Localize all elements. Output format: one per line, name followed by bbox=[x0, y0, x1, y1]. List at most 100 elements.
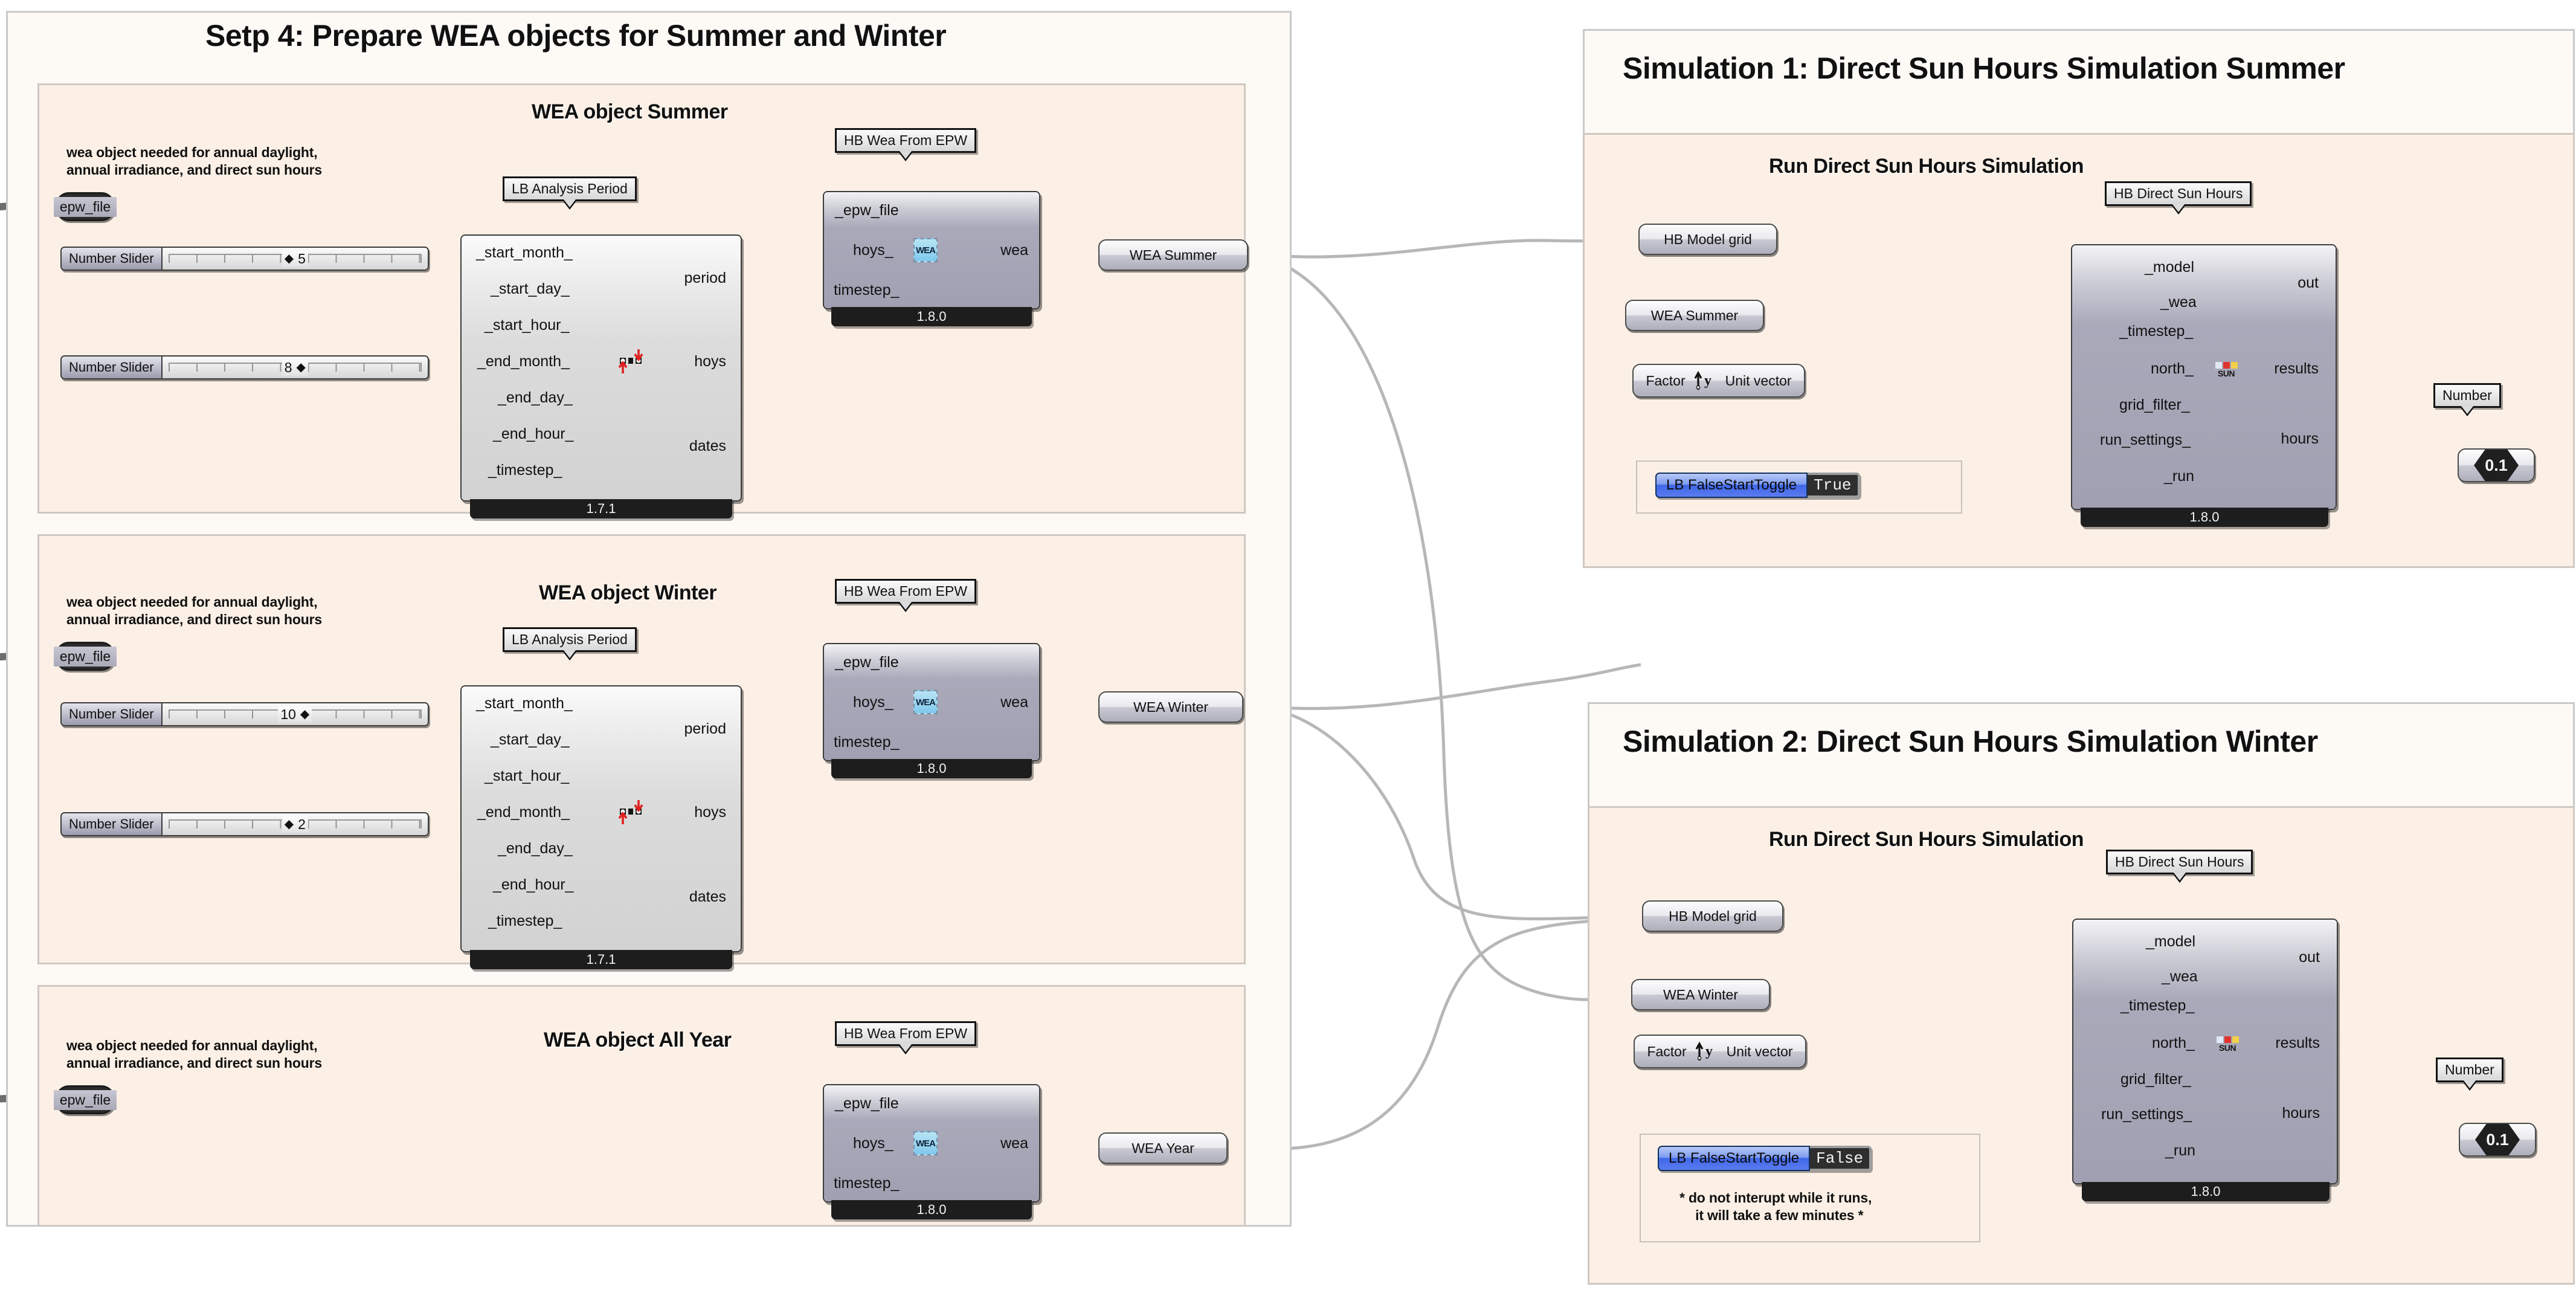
pin-end-day[interactable]: _end_day_ bbox=[498, 389, 573, 407]
slider-handle-diamond[interactable]: ◆ bbox=[297, 361, 306, 373]
pin-timestep[interactable]: _timestep_ bbox=[2119, 323, 2193, 340]
pin-north[interactable]: north_ bbox=[2151, 360, 2194, 378]
pin-hoys-in[interactable]: hoys_ bbox=[853, 694, 894, 711]
component-hb-direct-sun-hours-summer[interactable]: _model _wea _timestep_ north_ grid_filte… bbox=[2071, 244, 2337, 510]
group-wea-winter-title: WEA object Winter bbox=[539, 581, 717, 604]
param-unit-vector-summer[interactable]: Factor y Unit vector bbox=[1632, 364, 1805, 398]
group-simulation-1-title: Simulation 1: Direct Sun Hours Simulatio… bbox=[1623, 51, 2345, 85]
pin-timestep[interactable]: _timestep_ bbox=[2120, 997, 2194, 1015]
component-hb-wea-from-epw-summer[interactable]: _epw_file hoys_ timestep_ wea WEA bbox=[823, 191, 1040, 309]
slider-handle-diamond[interactable]: ◆ bbox=[285, 818, 294, 830]
param-number-winter[interactable]: 0.1 bbox=[2459, 1123, 2536, 1157]
pin-wea-out[interactable]: wea bbox=[1000, 1135, 1028, 1152]
param-unit-vector-winter[interactable]: Factor y Unit vector bbox=[1634, 1035, 1806, 1068]
number-slider-winter-start-month-track[interactable]: 10 ◆ bbox=[162, 703, 428, 725]
param-number-summer[interactable]: 0.1 bbox=[2458, 448, 2535, 482]
wea-icon: WEA bbox=[913, 690, 938, 714]
balloon-hb-wea-from-epw-year: HB Wea From EPW bbox=[835, 1021, 977, 1054]
pin-results[interactable]: results bbox=[2275, 1035, 2320, 1052]
pin-period[interactable]: period bbox=[684, 270, 727, 287]
pin-model[interactable]: _model bbox=[2146, 933, 2195, 951]
pin-run-settings[interactable]: run_settings_ bbox=[2100, 431, 2191, 449]
pin-wea-out[interactable]: wea bbox=[1000, 242, 1028, 259]
pin-period[interactable]: period bbox=[684, 720, 727, 738]
pin-start-hour[interactable]: _start_hour_ bbox=[485, 317, 569, 334]
param-wea-winter[interactable]: WEA Winter bbox=[1098, 691, 1243, 723]
pin-grid-filter[interactable]: grid_filter_ bbox=[2119, 396, 2190, 414]
pin-dates[interactable]: dates bbox=[689, 888, 726, 906]
pin-wea[interactable]: _wea bbox=[2160, 294, 2197, 311]
pin-out[interactable]: out bbox=[2299, 949, 2320, 966]
pin-end-month[interactable]: _end_month_ bbox=[477, 804, 570, 821]
component-hb-wea-from-epw-year[interactable]: _epw_file hoys_ timestep_ wea WEA bbox=[823, 1084, 1040, 1203]
pin-run[interactable]: _run bbox=[2164, 468, 2194, 485]
number-slider-end-month-track[interactable]: 8 ◆ bbox=[162, 357, 428, 378]
pin-timestep-in[interactable]: timestep_ bbox=[834, 282, 899, 299]
pin-end-day[interactable]: _end_day_ bbox=[498, 840, 573, 857]
pin-run[interactable]: _run bbox=[2165, 1142, 2195, 1160]
component-lb-analysis-period-winter[interactable]: _start_month_ _start_day_ _start_hour_ _… bbox=[460, 685, 742, 952]
pin-start-hour[interactable]: _start_hour_ bbox=[485, 767, 569, 785]
number-slider-start-month-track[interactable]: ◆ 5 bbox=[162, 248, 428, 270]
param-wea-summer-input[interactable]: WEA Summer bbox=[1625, 300, 1764, 331]
pin-wea-out[interactable]: wea bbox=[1000, 694, 1028, 711]
param-epw-file-summer[interactable]: epw_file bbox=[53, 192, 117, 221]
pin-timestep-in[interactable]: timestep_ bbox=[834, 1175, 899, 1192]
toggle-false-start-summer-label[interactable]: LB FalseStartToggle bbox=[1655, 473, 1808, 498]
pin-timestep[interactable]: _timestep_ bbox=[488, 912, 562, 930]
pin-end-month[interactable]: _end_month_ bbox=[477, 353, 570, 370]
param-epw-file-winter[interactable]: epw_file bbox=[53, 642, 117, 671]
param-wea-year[interactable]: WEA Year bbox=[1098, 1132, 1228, 1164]
svg-text:y: y bbox=[1705, 1044, 1713, 1059]
param-hb-model-grid-summer[interactable]: HB Model grid bbox=[1638, 224, 1777, 255]
pin-epw-file[interactable]: _epw_file bbox=[835, 654, 899, 671]
param-hb-model-grid-winter[interactable]: HB Model grid bbox=[1642, 900, 1783, 932]
pin-start-day[interactable]: _start_day_ bbox=[491, 280, 570, 298]
number-slider-winter-end-month-track[interactable]: ◆ 2 bbox=[162, 813, 428, 835]
param-wea-summer[interactable]: WEA Summer bbox=[1098, 239, 1248, 271]
toggle-false-start-winter-label[interactable]: LB FalseStartToggle bbox=[1658, 1146, 1811, 1171]
pin-hoys-in[interactable]: hoys_ bbox=[853, 1135, 894, 1152]
pin-hoys-in[interactable]: hoys_ bbox=[853, 242, 894, 259]
toggle-false-start-summer[interactable]: LB FalseStartToggle True bbox=[1655, 473, 1860, 498]
number-slider-end-month[interactable]: Number Slider 8 ◆ bbox=[60, 355, 429, 379]
pin-hoys[interactable]: hoys bbox=[694, 353, 726, 370]
grasshopper-canvas[interactable]: Setp 4: Prepare WEA objects for Summer a… bbox=[0, 0, 2576, 1298]
balloon-hb-direct-sun-hours-summer-label: HB Direct Sun Hours bbox=[2114, 186, 2243, 201]
pin-timestep-in[interactable]: timestep_ bbox=[834, 734, 899, 751]
pin-start-month[interactable]: _start_month_ bbox=[476, 695, 573, 712]
pin-dates[interactable]: dates bbox=[689, 438, 726, 455]
pin-end-hour[interactable]: _end_hour_ bbox=[493, 876, 573, 894]
group-wea-year[interactable] bbox=[37, 985, 1246, 1227]
component-hb-wea-from-epw-winter[interactable]: _epw_file hoys_ timestep_ wea WEA bbox=[823, 643, 1040, 761]
pin-hours[interactable]: hours bbox=[2282, 1105, 2320, 1122]
pin-north[interactable]: north_ bbox=[2152, 1035, 2195, 1052]
pin-start-day[interactable]: _start_day_ bbox=[491, 731, 570, 749]
number-slider-winter-start-month[interactable]: Number Slider 10 ◆ bbox=[60, 702, 429, 726]
pin-hours[interactable]: hours bbox=[2281, 430, 2319, 448]
pin-timestep[interactable]: _timestep_ bbox=[488, 462, 562, 479]
toggle-false-start-winter[interactable]: LB FalseStartToggle False bbox=[1658, 1146, 1872, 1171]
pin-model[interactable]: _model bbox=[2145, 259, 2194, 276]
param-wea-winter-input[interactable]: WEA Winter bbox=[1631, 979, 1770, 1010]
pin-results[interactable]: results bbox=[2274, 360, 2319, 378]
component-lb-analysis-period-summer[interactable]: _start_month_ _start_day_ _start_hour_ _… bbox=[460, 234, 742, 502]
pin-out[interactable]: out bbox=[2297, 274, 2319, 292]
pin-wea[interactable]: _wea bbox=[2162, 968, 2198, 986]
slider-handle-diamond[interactable]: ◆ bbox=[300, 708, 309, 720]
pin-start-month[interactable]: _start_month_ bbox=[476, 244, 573, 262]
pin-hoys[interactable]: hoys bbox=[694, 804, 726, 821]
number-slider-winter-end-month[interactable]: Number Slider ◆ 2 bbox=[60, 812, 429, 836]
pin-run-settings[interactable]: run_settings_ bbox=[2101, 1106, 2192, 1123]
param-epw-file-year[interactable]: epw_file bbox=[53, 1085, 117, 1114]
component-hb-direct-sun-hours-winter[interactable]: _model _wea _timestep_ north_ grid_filte… bbox=[2072, 919, 2338, 1184]
pin-epw-file[interactable]: _epw_file bbox=[835, 1095, 899, 1112]
pin-end-hour[interactable]: _end_hour_ bbox=[493, 425, 573, 443]
slider-handle-diamond[interactable]: ◆ bbox=[285, 253, 294, 265]
toggle-false-start-summer-state[interactable]: True bbox=[1808, 473, 1860, 498]
pin-epw-file[interactable]: _epw_file bbox=[835, 202, 899, 219]
toggle-false-start-winter-state[interactable]: False bbox=[1810, 1146, 1872, 1171]
number-slider-start-month[interactable]: Number Slider ◆ 5 bbox=[60, 247, 429, 271]
balloon-hb-wea-from-epw-winter: HB Wea From EPW bbox=[835, 579, 977, 612]
pin-grid-filter[interactable]: grid_filter_ bbox=[2120, 1071, 2191, 1088]
